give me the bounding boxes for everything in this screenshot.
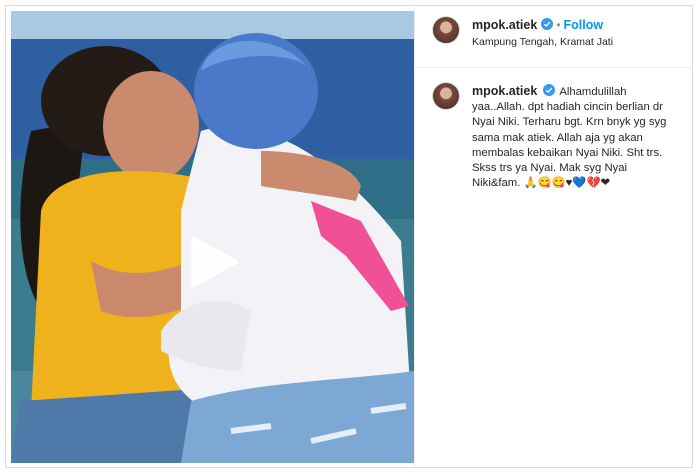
header-username[interactable]: mpok.atiek — [472, 18, 537, 32]
verified-badge-icon — [543, 84, 556, 96]
follow-button[interactable]: Follow — [564, 18, 604, 32]
caption-text: Alhamdulillah yaa..Allah. dpt hadiah cin… — [472, 86, 667, 190]
play-icon[interactable] — [185, 234, 241, 290]
caption-avatar[interactable] — [432, 82, 460, 110]
location-link[interactable]: Kampung Tengah, Kramat Jati — [472, 36, 613, 48]
separator-dot: • — [556, 18, 561, 32]
header-user-line: mpok.atiek • Follow — [472, 16, 603, 34]
post-header: mpok.atiek • Follow Kampung Tengah, Kramat… — [415, 6, 692, 68]
post-caption: mpok.atiek Alhamdulillah yaa..Allah. dpt … — [472, 84, 677, 191]
avatar[interactable] — [432, 16, 460, 44]
post-sidebar: mpok.atiek • Follow Kampung Tengah, Kramat… — [414, 6, 692, 467]
caption-username[interactable]: mpok.atiek — [472, 84, 537, 98]
instagram-post-embed: mpok.atiek • Follow Kampung Tengah, Kramat… — [5, 5, 693, 468]
verified-badge-icon — [541, 18, 554, 30]
post-video[interactable] — [11, 11, 414, 463]
